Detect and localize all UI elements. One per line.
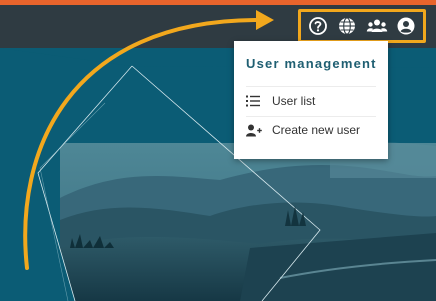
annotation-arrow (23, 10, 274, 270)
